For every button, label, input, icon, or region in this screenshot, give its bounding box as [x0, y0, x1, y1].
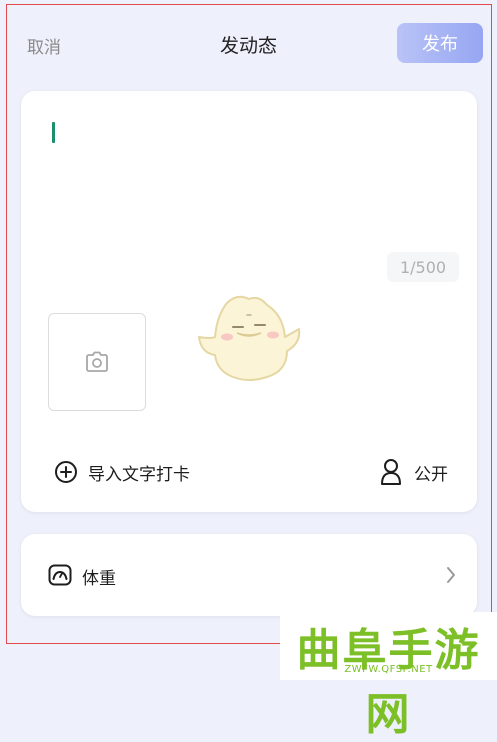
- import-checkin-label: 导入文字打卡: [88, 464, 190, 485]
- post-text-input[interactable]: [41, 111, 457, 251]
- watermark: 曲阜手游网 ZWFW.QFSP.NET: [280, 612, 497, 740]
- text-caret: [52, 122, 55, 143]
- weight-label: 体重: [82, 569, 116, 589]
- weight-row[interactable]: 体重: [21, 534, 477, 616]
- post-composer-card: 1/500 导入文字打卡 公开: [21, 91, 477, 512]
- camera-icon: [86, 351, 108, 372]
- char-counter: 1/500: [387, 252, 459, 282]
- header-bar: 取消 发动态 发布: [0, 0, 497, 88]
- import-checkin-button[interactable]: 导入文字打卡: [54, 457, 190, 487]
- visibility-selector[interactable]: 公开: [380, 456, 448, 488]
- plus-circle-icon: [55, 461, 77, 483]
- user-icon: [381, 459, 401, 485]
- watermark-brand: 曲阜手游网: [296, 625, 481, 740]
- mascot-illustration: [198, 295, 301, 381]
- publish-button[interactable]: 发布: [397, 23, 483, 63]
- visibility-label: 公开: [414, 464, 448, 485]
- add-photo-button[interactable]: [48, 313, 146, 411]
- chevron-right-icon: [447, 567, 455, 583]
- watermark-url: ZWFW.QFSP.NET: [344, 664, 433, 675]
- scale-icon: [48, 564, 72, 586]
